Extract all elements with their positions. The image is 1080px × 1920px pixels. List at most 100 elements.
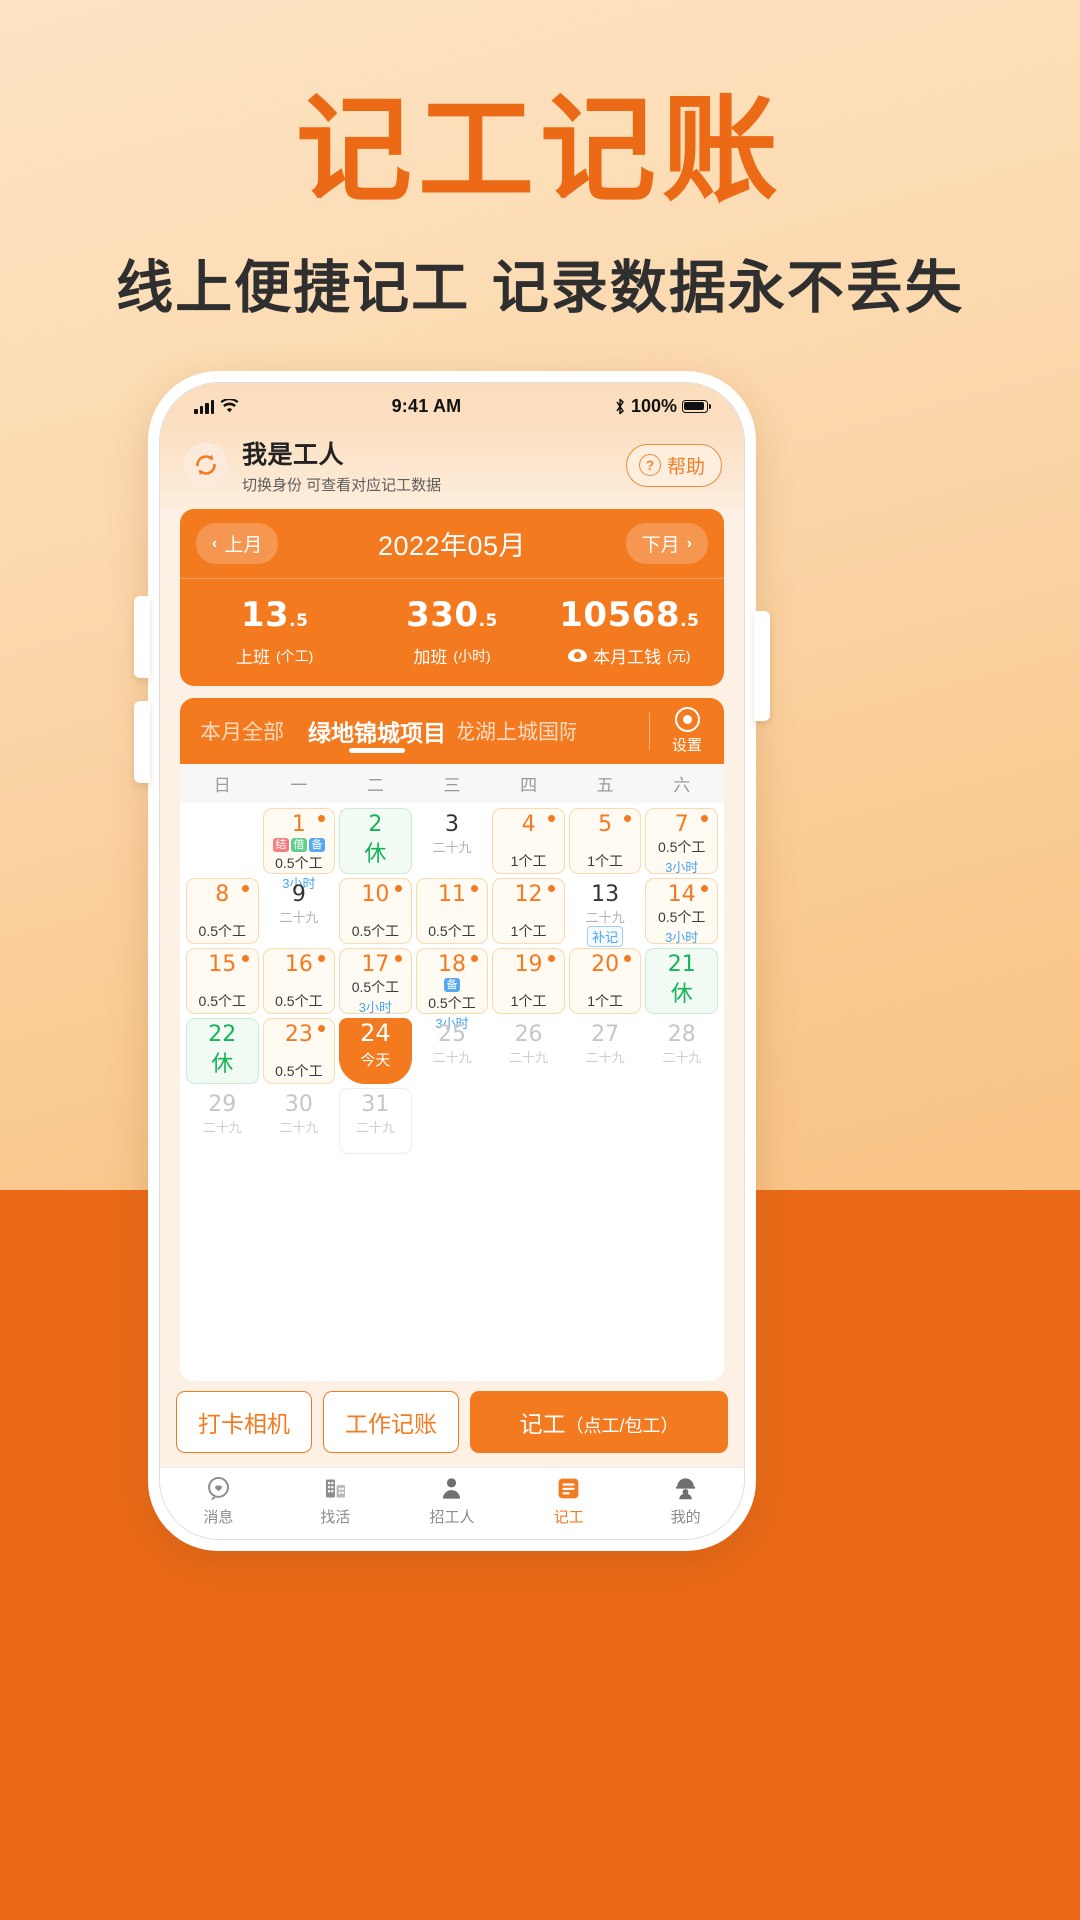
calendar-cell-23[interactable]: 23 0.5个工	[262, 1018, 336, 1084]
nav-mine[interactable]: 我的	[627, 1475, 744, 1527]
calendar-day-number: 31	[361, 1092, 390, 1117]
workday-amount-label: 0.5个工	[657, 909, 706, 926]
bottom-nav: 消息 找活 招工人 记工 我的	[160, 1467, 744, 1539]
calendar-cell-14[interactable]: 14 0.5个工 3小时	[645, 878, 718, 945]
identity-description: 切换身份 可查看对应记工数据	[242, 477, 442, 494]
calendar-cell-16[interactable]: 16 0.5个工	[262, 948, 336, 1014]
status-bar-right: 100%	[614, 395, 712, 417]
work-ledger-button[interactable]: 工作记账	[323, 1391, 459, 1453]
calendar-cell-12[interactable]: 12 1个工	[492, 878, 565, 944]
tab-lvdi-jincheng[interactable]: 绿地锦城项目	[296, 698, 458, 764]
calendar-day-number: 9	[291, 882, 306, 907]
punch-camera-button[interactable]: 打卡相机	[176, 1391, 312, 1453]
calendar-cell-24[interactable]: 24 今天	[339, 1018, 412, 1084]
volume-down-button[interactable]	[134, 701, 150, 783]
cellular-signal-icon	[194, 399, 214, 414]
calendar-day-number: 17	[361, 952, 390, 977]
record-dot-icon	[471, 955, 479, 962]
calendar-cell-empty	[569, 1088, 642, 1154]
record-work-label: 记工	[519, 1411, 566, 1437]
calendar-cell-11[interactable]: 11 0.5个工	[415, 878, 489, 944]
helmet-person-icon	[675, 1478, 696, 1500]
help-button-label: 帮助	[666, 456, 705, 478]
calendar-cell-31[interactable]: 31 二十九	[339, 1088, 412, 1154]
month-switcher: ‹ 上月 2022年05月 下月 ›	[180, 509, 724, 579]
tab-all-month[interactable]: 本月全部	[188, 698, 296, 764]
calendar-cell-25[interactable]: 25 二十九	[416, 1018, 489, 1084]
calendar-cell-2[interactable]: 2休	[339, 808, 412, 874]
record-dot-icon	[547, 885, 555, 892]
workday-amount-label: 0.5个工	[657, 839, 706, 856]
nav-record[interactable]: 记工	[510, 1475, 627, 1527]
calendar-cell-5[interactable]: 5 1个工	[568, 808, 642, 874]
stat-workdays-unit: (个工)	[276, 647, 314, 664]
calendar-cell-17[interactable]: 17 0.5个工 3小时	[339, 948, 412, 1015]
calendar-cell-8[interactable]: 8 0.5个工	[186, 878, 259, 944]
stat-overtime: 330.5 加班 (小时)	[363, 595, 540, 668]
target-gear-icon	[674, 707, 700, 732]
calendar-cell-empty	[645, 1088, 718, 1154]
nav-find-job[interactable]: 找活	[277, 1475, 394, 1527]
nav-messages[interactable]: 消息	[160, 1475, 277, 1527]
battery-percent-label: 100%	[630, 395, 677, 416]
project-tabs-scroller[interactable]: 本月全部 绿地锦城项目 龙湖上城国际	[180, 698, 649, 764]
tab-longhu-shangcheng[interactable]: 龙湖上城国际	[458, 698, 576, 764]
wifi-icon	[220, 398, 239, 412]
record-work-suffix: （点工/包工）	[565, 1416, 679, 1436]
nav-hire-worker-label: 招工人	[429, 1509, 475, 1526]
prev-month-button[interactable]: ‹ 上月	[196, 523, 279, 564]
calendar-cell-4[interactable]: 4 1个工	[492, 808, 565, 874]
eye-icon[interactable]	[568, 649, 588, 662]
power-button[interactable]	[754, 611, 770, 721]
record-work-button[interactable]: 记工（点工/包工）	[470, 1391, 728, 1453]
calendar-cell-13[interactable]: 13 二十九 补记	[569, 878, 642, 948]
calendar-cell-10[interactable]: 10 0.5个工	[339, 878, 412, 944]
record-dot-icon	[241, 885, 249, 892]
calendar-cell-22[interactable]: 22 休	[186, 1018, 259, 1084]
record-dot-icon	[471, 885, 479, 892]
calendar-cell-28[interactable]: 28 二十九	[645, 1018, 718, 1084]
calendar-day-number: 29	[208, 1092, 237, 1117]
workday-amount-label: 1个工	[510, 853, 547, 869]
calendar-cell-9[interactable]: 9 二十九	[263, 878, 336, 944]
summary-card: ‹ 上月 2022年05月 下月 › 13.5 上班 (个工) 330.5 加班…	[180, 509, 724, 686]
calendar-cell-26[interactable]: 26 二十九	[492, 1018, 565, 1084]
lunar-date-label: 二十九	[279, 910, 319, 926]
workday-amount-label: 0.5个工	[428, 995, 476, 1012]
lunar-date-label: 二十九	[585, 1050, 625, 1066]
calendar-cell-empty	[186, 808, 259, 874]
calendar-day-number: 1	[291, 812, 306, 837]
help-button[interactable]: ? 帮助	[625, 443, 722, 487]
summary-stats: 13.5 上班 (个工) 330.5 加班 (小时) 10568.5 本月工钱 …	[180, 579, 724, 686]
battery-icon	[682, 399, 712, 413]
rest-label: 休	[211, 1051, 234, 1077]
calendar-cell-15[interactable]: 15 0.5个工	[186, 948, 259, 1014]
lunar-date-label: 二十九	[432, 1050, 472, 1066]
volume-up-button[interactable]	[134, 596, 150, 678]
settings-button[interactable]: 设置	[650, 698, 724, 764]
calendar-cell-29[interactable]: 29 二十九	[186, 1088, 259, 1154]
calendar-cell-19[interactable]: 19 1个工	[492, 948, 565, 1014]
calendar-cell-18[interactable]: 18 备 0.5个工 3小时	[415, 948, 489, 1031]
refresh-switch-icon[interactable]	[184, 443, 228, 487]
prev-month-label: 上月	[224, 535, 263, 556]
stat-salary-int: 10568	[559, 595, 681, 635]
nav-hire-worker[interactable]: 招工人	[394, 1475, 511, 1527]
record-dot-icon	[700, 885, 708, 892]
stat-overtime-label: 加班	[413, 648, 448, 667]
calendar-cell-7[interactable]: 7 0.5个工 3小时	[645, 808, 718, 875]
calendar-cell-30[interactable]: 30 二十九	[263, 1088, 336, 1154]
workday-amount-label: 0.5个工	[275, 855, 323, 872]
identity-text-block: 我是工人 切换身份 可查看对应记工数据	[242, 435, 612, 495]
calendar-cell-21[interactable]: 21 休	[645, 948, 718, 1014]
calendar-day-number: 23	[284, 1022, 313, 1047]
calendar-cell-3[interactable]: 3 二十九	[416, 808, 489, 874]
record-dot-icon	[394, 955, 402, 962]
stat-salary-label: 本月工钱	[593, 648, 662, 667]
calendar-cell-1[interactable]: 1 结借备 0.5个工 3小时	[262, 808, 336, 891]
next-month-button[interactable]: 下月 ›	[625, 523, 708, 564]
lunar-date-label: 二十九	[279, 1120, 319, 1136]
calendar-day-number: 7	[674, 812, 689, 837]
calendar-cell-27[interactable]: 27 二十九	[569, 1018, 642, 1084]
calendar-cell-20[interactable]: 20 1个工	[568, 948, 642, 1014]
